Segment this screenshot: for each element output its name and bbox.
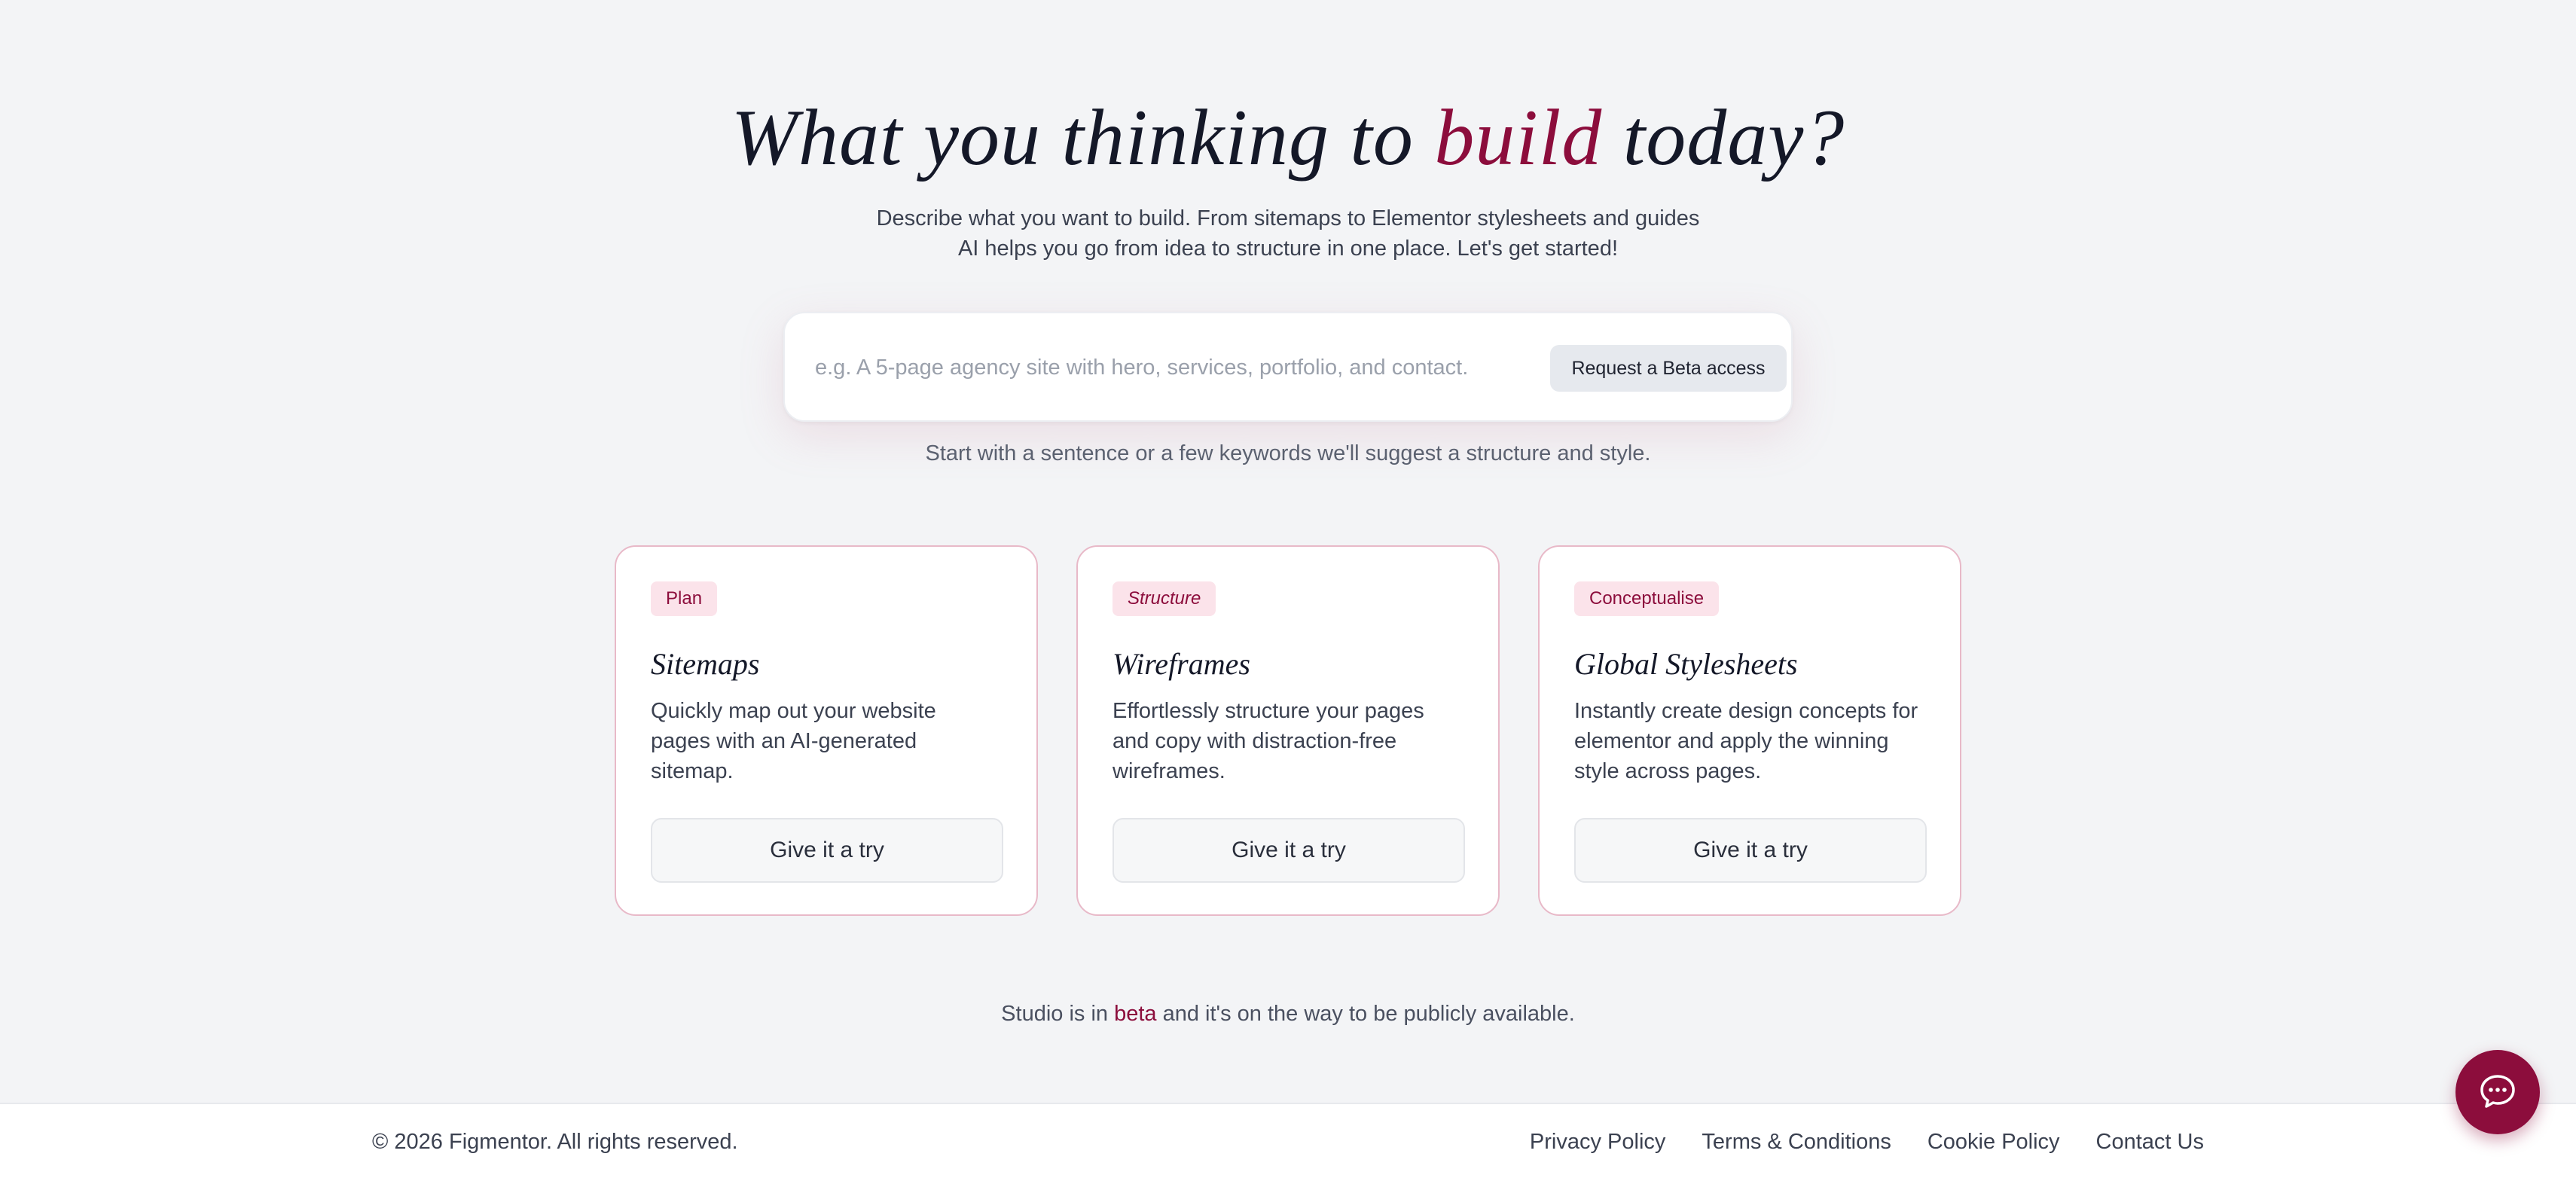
card-description-stylesheets: Instantly create design concepts for ele…: [1574, 699, 1918, 783]
beta-notice-pre: Studio is in: [1001, 1002, 1115, 1026]
card-title-sitemaps: Sitemaps: [651, 647, 760, 681]
beta-notice-post: and it's on the way to be publicly avail…: [1156, 1002, 1575, 1026]
beta-notice-accent: beta: [1114, 1002, 1157, 1026]
card-title-wireframes: Wireframes: [1113, 647, 1250, 681]
footer: © 2026 Figmentor. All rights reserved. P…: [0, 1103, 2576, 1181]
page-title: What you thinking to build today?: [0, 98, 2576, 178]
footer-link-terms[interactable]: Terms & Conditions: [1702, 1130, 1891, 1155]
card-badge-conceptualise: Conceptualise: [1574, 581, 1720, 616]
card-sitemaps: Plan Sitemaps Quickly map out your websi…: [615, 545, 1038, 916]
copyright-text: © 2026 Figmentor. All rights reserved.: [372, 1130, 738, 1154]
subtitle-line-2: AI helps you go from idea to structure i…: [957, 237, 1619, 261]
card-description-sitemaps: Quickly map out your website pages with …: [651, 699, 936, 783]
card-stylesheets: Conceptualise Global Stylesheets Instant…: [1538, 545, 1961, 916]
card-wireframes: Structure Wireframes Effortlessly struct…: [1076, 545, 1500, 916]
beta-notice: Studio is in beta and it's on the way to…: [0, 1002, 2576, 1027]
try-sitemaps-button[interactable]: Give it a try: [651, 818, 1003, 883]
footer-link-cookies[interactable]: Cookie Policy: [1927, 1130, 2060, 1155]
footer-links: Privacy Policy Terms & Conditions Cookie…: [1530, 1130, 2204, 1155]
footer-link-privacy[interactable]: Privacy Policy: [1530, 1130, 1666, 1155]
card-description-wireframes: Effortlessly structure your pages and co…: [1113, 699, 1424, 783]
subtitle-line-1: Describe what you want to build. From si…: [876, 206, 1700, 230]
chat-button[interactable]: [2455, 1050, 2540, 1134]
page-title-post: today?: [1602, 93, 1845, 182]
page-subtitle: Describe what you want to build. From si…: [0, 203, 2576, 264]
try-wireframes-button[interactable]: Give it a try: [1113, 818, 1465, 883]
card-title-stylesheets: Global Stylesheets: [1574, 647, 1798, 681]
chat-bubble-icon: [2478, 1072, 2517, 1113]
card-badge-plan: Plan: [651, 581, 718, 616]
page-title-accent: build: [1434, 93, 1603, 182]
try-stylesheets-button[interactable]: Give it a try: [1574, 818, 1927, 883]
page-title-pre: What you thinking to: [731, 93, 1435, 182]
request-beta-button[interactable]: Request a Beta access: [1550, 345, 1787, 392]
prompt-input[interactable]: [815, 343, 1538, 392]
card-badge-structure: Structure: [1113, 581, 1216, 616]
footer-link-contact[interactable]: Contact Us: [2096, 1130, 2204, 1155]
prompt-hint: Start with a sentence or a few keywords …: [925, 441, 1651, 465]
prompt-box: Request a Beta access: [783, 312, 1793, 422]
